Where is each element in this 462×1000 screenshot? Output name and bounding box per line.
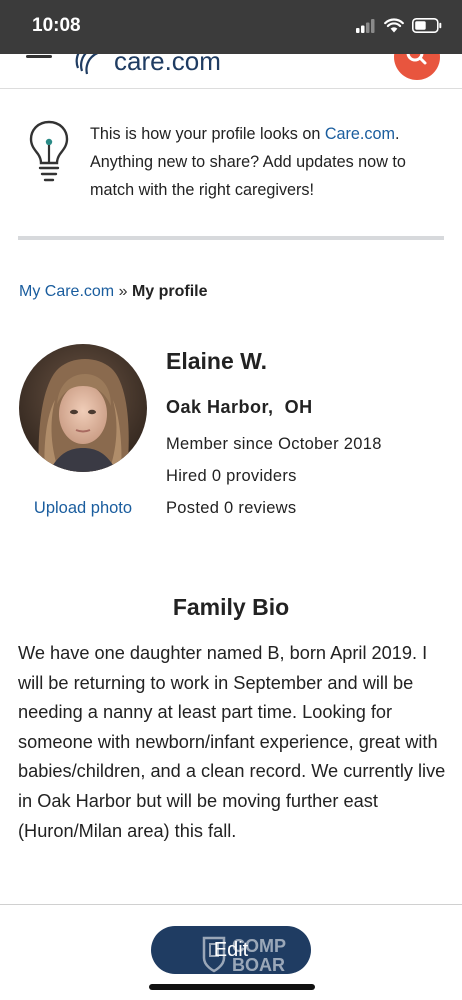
cellular-signal-icon — [356, 18, 375, 33]
hired-count: Hired 0 providers — [166, 467, 297, 485]
breadcrumb-my-care-link[interactable]: My Care.com — [19, 283, 114, 300]
care-logo[interactable]: care.com — [70, 54, 220, 76]
menu-icon[interactable] — [26, 54, 54, 64]
care-link[interactable]: Care.com — [325, 125, 395, 143]
family-bio-title: Family Bio — [172, 594, 290, 620]
app-header: care.com — [0, 54, 462, 89]
battery-icon — [412, 18, 442, 33]
profile-city: Oak Harbor, — [166, 397, 274, 417]
footer-divider — [0, 904, 462, 905]
home-indicator — [149, 984, 315, 990]
reviews-count: Posted 0 reviews — [166, 499, 297, 517]
status-time: 10:08 — [32, 15, 81, 36]
family-bio-text: We have one daughter named B, born April… — [18, 643, 446, 841]
status-bar: 10:08 — [0, 0, 462, 54]
profile-name: Elaine W. — [166, 348, 267, 374]
avatar-photo — [19, 344, 147, 472]
profile-tip-banner: This is how your profile looks on Care.c… — [18, 110, 444, 240]
tip-text: This is how your profile looks on Care.c… — [90, 120, 440, 204]
edit-button[interactable]: Edit — [151, 926, 311, 974]
profile-state: OH — [284, 397, 313, 417]
member-since: Member since October 2018 — [166, 435, 382, 453]
logo-text: care.com — [114, 54, 220, 76]
profile-page: 10:08 care.com This is how your profile … — [0, 0, 462, 1000]
tip-text-start: This is how your profile looks on — [90, 125, 325, 143]
breadcrumb-separator: » — [118, 283, 128, 300]
lightbulb-icon — [29, 120, 69, 182]
status-icons — [356, 18, 442, 33]
upload-photo-link[interactable]: Upload photo — [19, 499, 147, 518]
breadcrumb-current: My profile — [131, 283, 208, 300]
wifi-icon — [384, 18, 404, 33]
profile-location: Oak Harbor, OH — [166, 397, 313, 418]
edit-button-label: Edit — [213, 938, 249, 961]
avatar — [19, 344, 147, 472]
search-button[interactable] — [394, 54, 440, 80]
breadcrumb: My Care.com » My profile — [19, 283, 208, 301]
search-icon — [406, 54, 427, 65]
